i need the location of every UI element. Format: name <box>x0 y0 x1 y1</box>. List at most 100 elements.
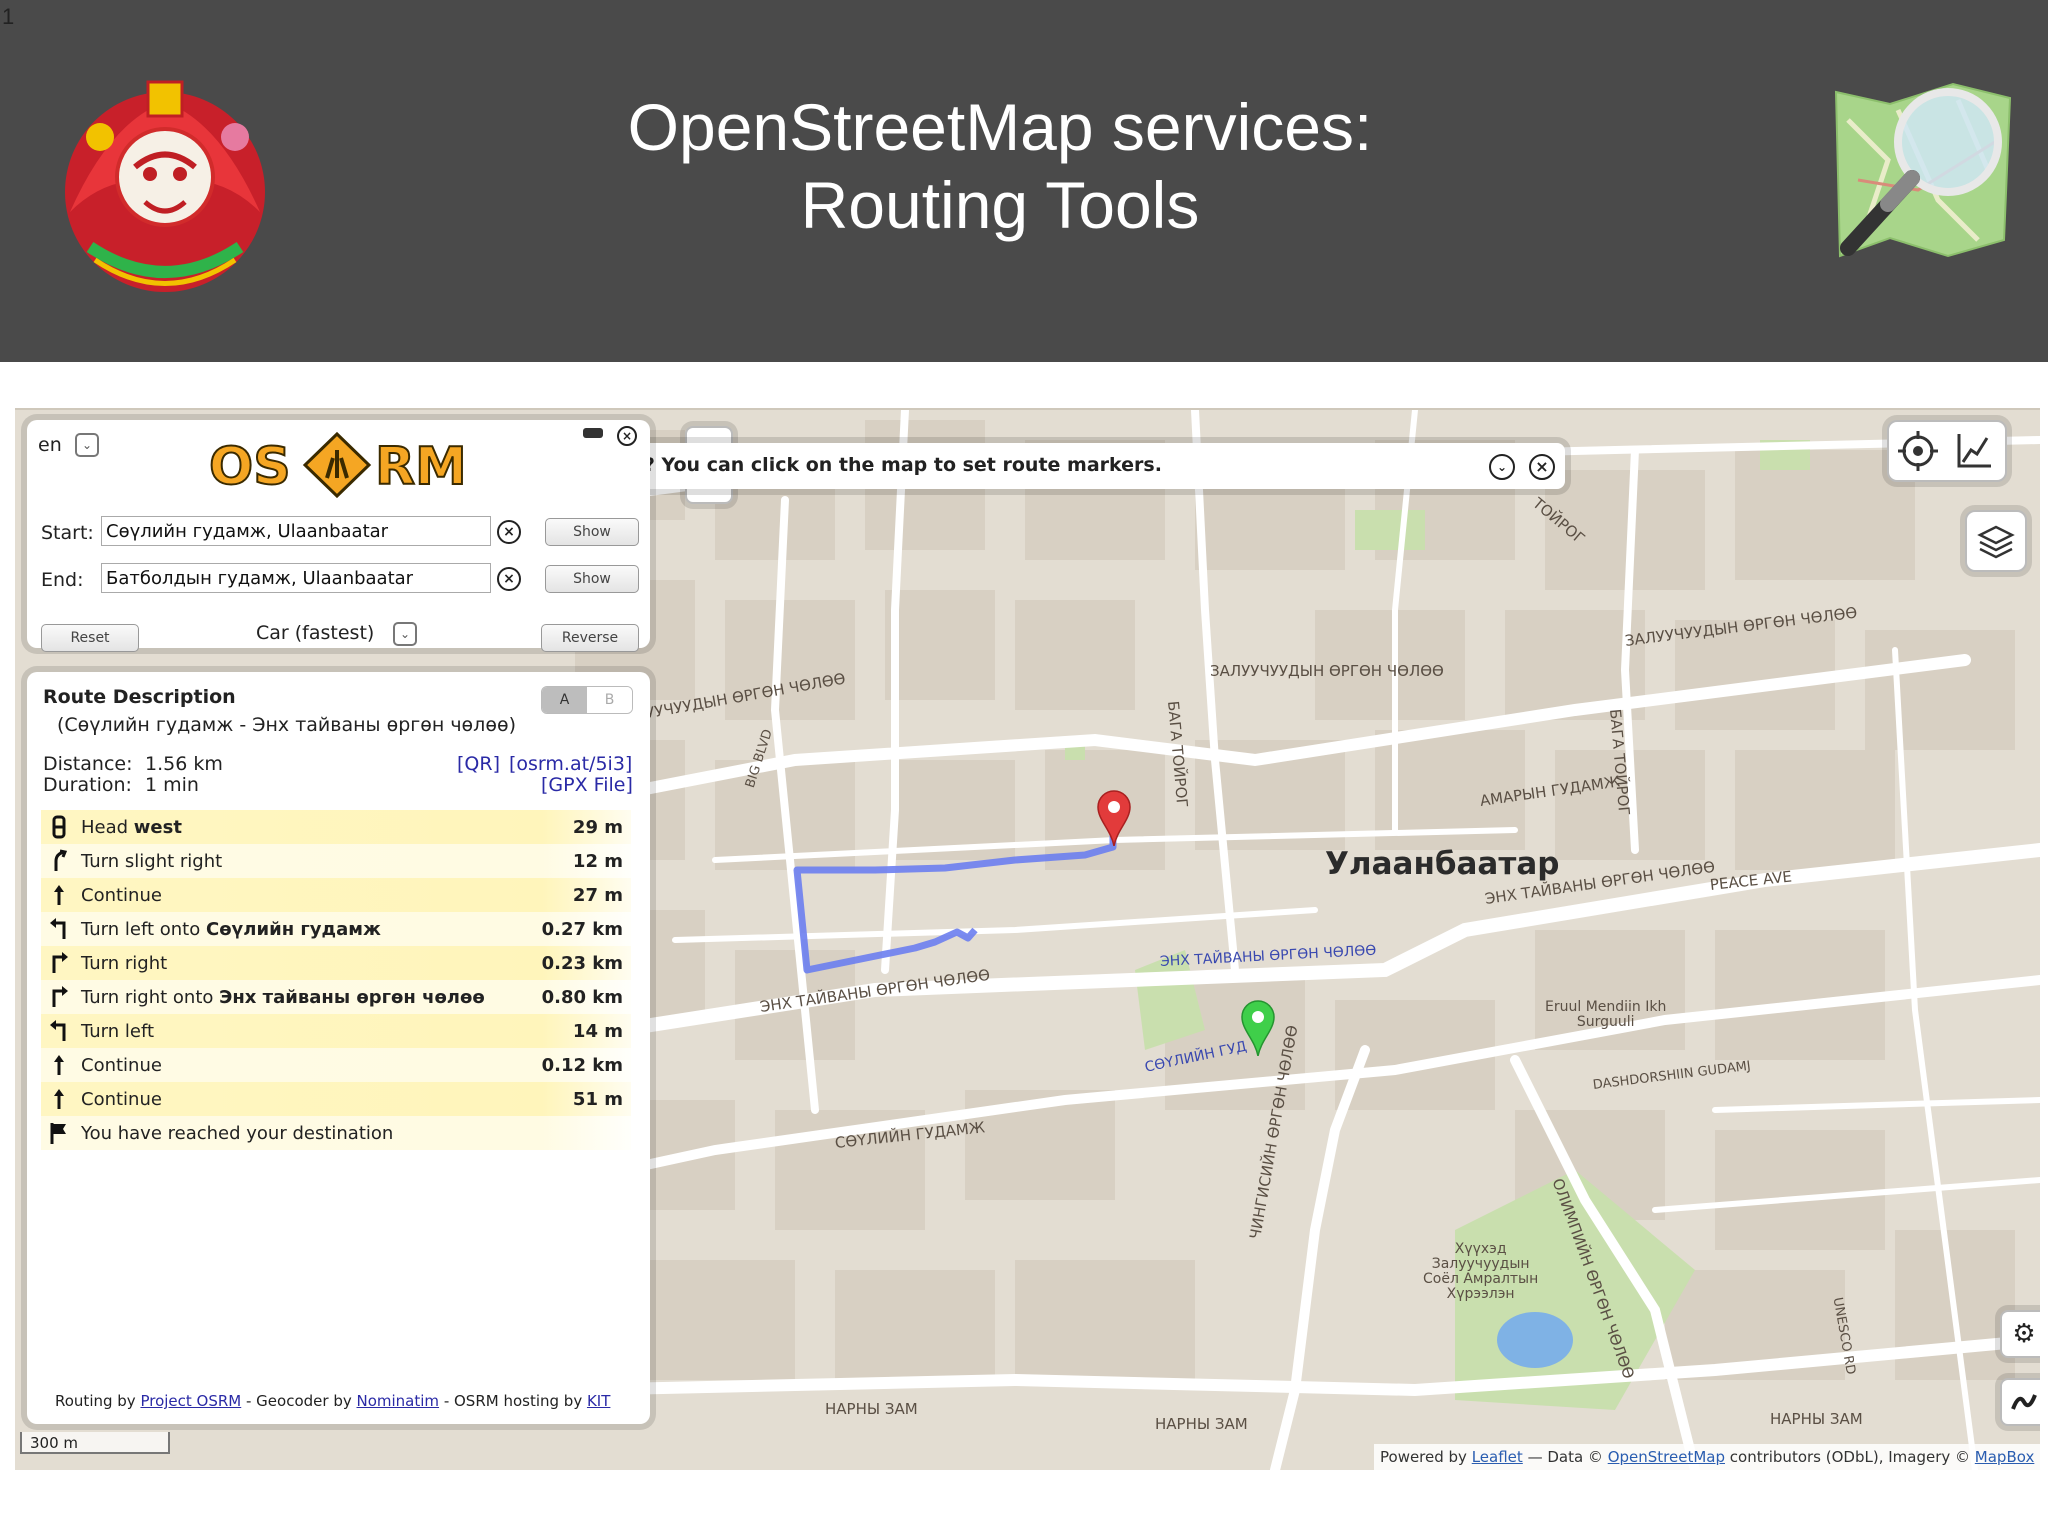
gpx-link[interactable]: [GPX File] <box>541 774 633 796</box>
street-label: НАРНЫ ЗАМ <box>825 1400 918 1418</box>
profile-select[interactable]: Car (fastest) <box>256 622 374 644</box>
route-step[interactable]: Turn slight right 12 m <box>41 844 631 878</box>
reset-button[interactable]: Reset <box>41 624 139 652</box>
mongolian-emblem-logo <box>50 62 280 302</box>
route-title: Route Description <box>43 686 236 708</box>
continue-icon <box>49 1053 71 1077</box>
chevron-down-icon[interactable]: ⌄ <box>75 433 99 457</box>
logo-rm-text: RM <box>375 437 467 497</box>
reverse-button[interactable]: Reverse <box>541 624 639 652</box>
elevation-button[interactable] <box>1951 428 1997 474</box>
project-osrm-link[interactable]: Project OSRM <box>140 1392 241 1410</box>
start-label: Start: <box>41 522 94 544</box>
poi-label: Хүүхэд Залуучуудын Соёл Амралтын Хүрээлэ… <box>1423 1241 1539 1302</box>
crosshair-icon <box>1898 431 1938 471</box>
head-icon <box>49 815 71 839</box>
attribution-text: — Data © <box>1522 1448 1608 1466</box>
route-step-instruction: Continue <box>81 885 162 906</box>
attribution-text: contributors (ODbL), Imagery © <box>1725 1448 1975 1466</box>
distance-value: 1.56 km <box>145 753 223 775</box>
route-step-instruction: Head west <box>81 817 182 838</box>
route-step-instruction: Turn right <box>81 953 167 974</box>
route-step[interactable]: Continue 27 m <box>41 878 631 912</box>
route-step-text: Turn left <box>81 1021 155 1042</box>
layers-button[interactable] <box>1965 510 2027 572</box>
alternative-toggle[interactable]: AB <box>541 686 633 714</box>
route-step[interactable]: Turn left onto Сөүлийн гудамж 0.27 km <box>41 912 631 946</box>
qr-link[interactable]: [QR] <box>457 753 500 775</box>
nominatim-link[interactable]: Nominatim <box>357 1392 440 1410</box>
route-step-text: Turn left onto <box>81 919 206 940</box>
continue-icon <box>49 1087 71 1111</box>
turn-slight-right-icon <box>49 849 71 873</box>
settings-button[interactable]: ⚙ <box>2000 1310 2040 1358</box>
route-description-panel: Route Description AB (Сөүлийн гудамж - Э… <box>27 672 650 1424</box>
close-icon[interactable]: × <box>1529 454 1555 480</box>
route-step-text: Continue <box>81 1089 162 1110</box>
route-step[interactable]: You have reached your destination <box>41 1116 631 1150</box>
map-attribution: Powered by Leaflet — Data © OpenStreetMa… <box>1374 1444 2041 1470</box>
turn-left-icon <box>49 1019 71 1043</box>
route-step-distance: 0.27 km <box>541 919 623 940</box>
route-step-distance: 0.23 km <box>541 953 623 974</box>
close-icon[interactable]: × <box>617 426 637 446</box>
end-label: End: <box>41 569 84 591</box>
short-link[interactable]: [osrm.at/5i3] <box>509 753 632 775</box>
alternative-a-button[interactable]: A <box>542 687 587 713</box>
city-label: Улаанбаатар <box>1325 846 1560 882</box>
chevron-down-icon[interactable]: ⌄ <box>393 622 417 646</box>
route-options-button[interactable] <box>2000 1378 2040 1426</box>
route-step-text: Continue <box>81 885 162 906</box>
route-step[interactable]: Turn right 0.23 km <box>41 946 631 980</box>
route-step-text: Turn right onto <box>81 987 220 1008</box>
route-subtitle: (Сөүлийн гудамж - Энх тайваны өргөн чөлө… <box>57 714 516 736</box>
route-step-instruction: You have reached your destination <box>81 1123 393 1144</box>
print-icon[interactable] <box>583 428 603 438</box>
route-step[interactable]: Continue 0.12 km <box>41 1048 631 1082</box>
mapbox-link[interactable]: MapBox <box>1975 1448 2035 1466</box>
route-step-street: west <box>133 817 182 838</box>
street-label: ЗАЛУУЧУУДЫН ӨРГӨН ЧӨЛӨӨ <box>1210 662 1444 680</box>
route-step[interactable]: Continue 51 m <box>41 1082 631 1116</box>
credit-text: Routing by <box>55 1392 141 1410</box>
end-input[interactable] <box>101 563 491 593</box>
start-marker[interactable] <box>1241 1000 1275 1057</box>
route-step-instruction: Turn right onto Энх тайваны өргөн чөлөө <box>81 987 485 1008</box>
wave-icon <box>2011 1394 2037 1410</box>
route-step-distance: 12 m <box>572 851 623 872</box>
route-step[interactable]: Turn left 14 m <box>41 1014 631 1048</box>
osrm-input-panel: en ⌄ OS RM × Start: × Show End: × Show R… <box>27 420 650 652</box>
route-step-text: You have reached your destination <box>81 1123 394 1144</box>
route-step[interactable]: Head west 29 m <box>41 810 631 844</box>
language-select[interactable]: en <box>38 434 62 456</box>
alternative-b-button[interactable]: B <box>587 687 632 713</box>
start-input[interactable] <box>101 516 491 546</box>
clear-end-icon[interactable]: × <box>497 567 521 591</box>
route-step-text: Turn slight right <box>81 851 223 872</box>
locate-button[interactable] <box>1895 428 1941 474</box>
show-end-button[interactable]: Show <box>545 565 639 593</box>
route-step-text: Head <box>81 817 134 838</box>
street-label: НАРНЫ ЗАМ <box>1155 1415 1248 1433</box>
openstreetmap-link[interactable]: OpenStreetMap <box>1608 1448 1725 1466</box>
route-step[interactable]: Turn right onto Энх тайваны өргөн чөлөө 0… <box>41 980 631 1014</box>
distance-label: Distance: <box>43 753 133 775</box>
chevron-down-icon[interactable]: ⌄ <box>1489 454 1515 480</box>
poi-label: Eruul Mendiin Ikh Surguuli <box>1545 999 1667 1030</box>
end-marker[interactable] <box>1097 790 1131 847</box>
show-start-button[interactable]: Show <box>545 518 639 546</box>
route-step-text: Turn right <box>81 953 168 974</box>
slide-title: OpenStreetMap services: Routing Tools <box>500 88 1500 244</box>
osrm-logo: OS RM <box>208 430 469 500</box>
slide-title-line1: OpenStreetMap services: <box>627 90 1373 164</box>
kit-link[interactable]: KIT <box>587 1392 610 1410</box>
destination-flag-icon <box>49 1121 71 1145</box>
street-label: НАРНЫ ЗАМ <box>1770 1410 1863 1428</box>
leaflet-link[interactable]: Leaflet <box>1472 1448 1523 1466</box>
map-tools-control <box>1887 420 2007 482</box>
clear-start-icon[interactable]: × <box>497 520 521 544</box>
gear-icon: ⚙ <box>2012 1319 2036 1349</box>
route-step-instruction: Turn left onto Сөүлийн гудамж <box>81 919 381 940</box>
route-step-instruction: Continue <box>81 1055 162 1076</box>
route-step-instruction: Turn left <box>81 1021 154 1042</box>
